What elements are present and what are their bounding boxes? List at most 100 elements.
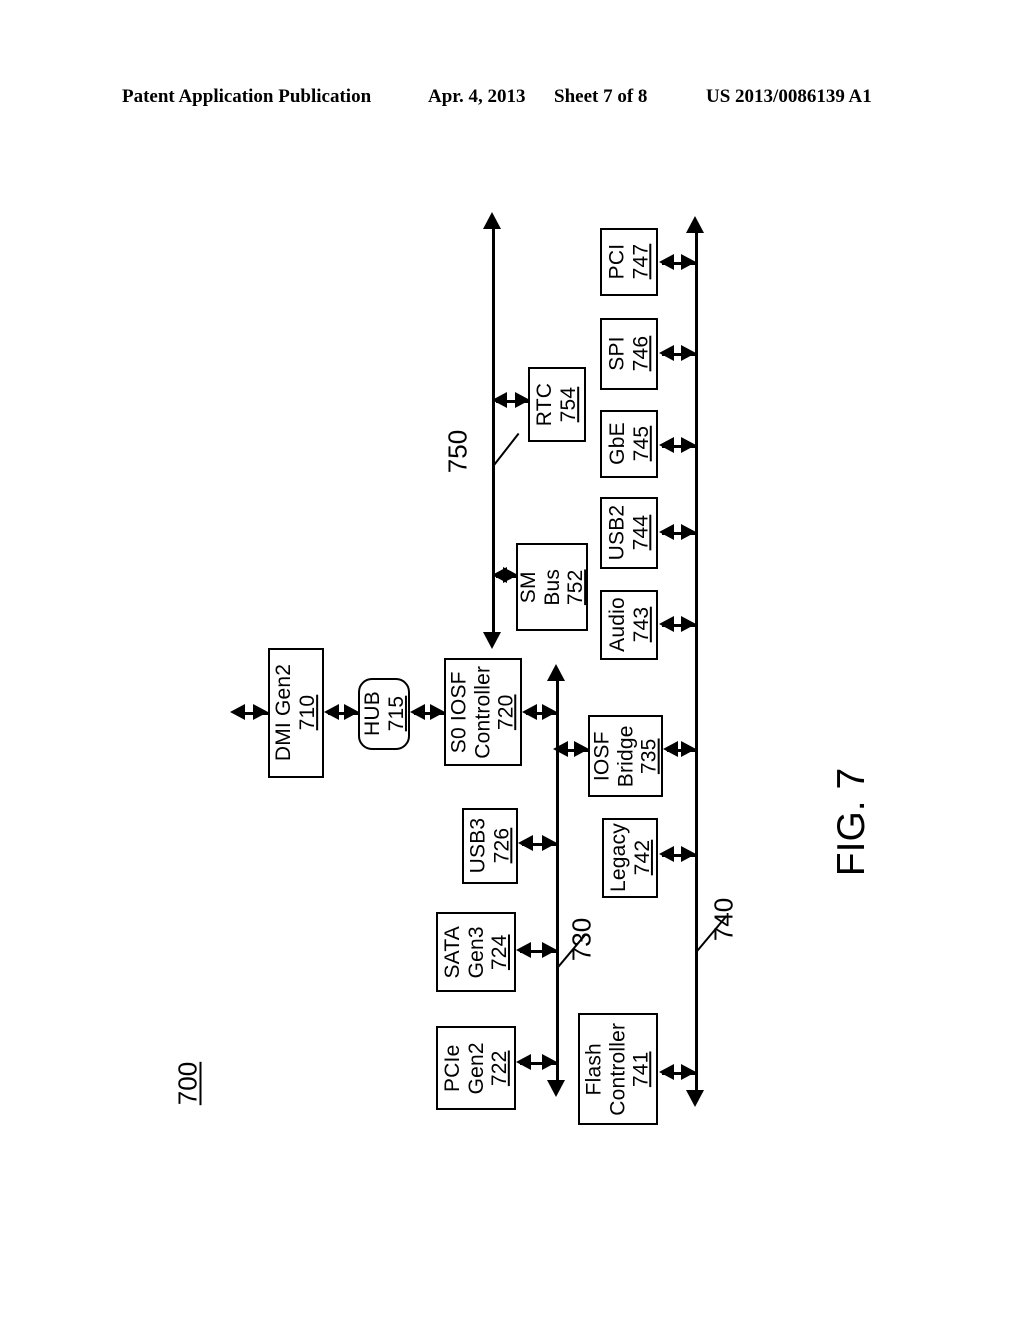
conn-dmi-hub-arrow-left: [324, 704, 339, 720]
block-gbe[interactable]: GbE 745: [600, 410, 658, 478]
conn-740-spi-arrow-left: [659, 345, 674, 361]
block-audio-title: Audio: [605, 597, 629, 653]
block-hub-ref: 715: [383, 696, 407, 732]
block-usb2-title: USB2: [605, 505, 629, 561]
block-s0-iosf-controller-line2: Controller: [471, 665, 495, 759]
block-pcie-gen2-ref: 722: [487, 1050, 511, 1086]
block-dmi-gen2[interactable]: DMI Gen2 710: [268, 648, 324, 778]
conn-740-bridge-arrow-left: [663, 741, 678, 757]
block-pcie-gen2-line1: PCIe: [440, 1044, 464, 1092]
block-gbe-title: GbE: [605, 422, 629, 466]
system-ref-700: 700: [172, 1061, 203, 1106]
conn-730-sata-arrow-left: [516, 942, 531, 958]
conn-740-legacy-arrow-right: [681, 846, 696, 862]
block-hub-title: HUB: [360, 691, 384, 737]
block-sm-bus-line1: SM: [516, 571, 540, 603]
block-flash-controller-ref: 741: [629, 1051, 653, 1087]
patent-page: Patent Application Publication Apr. 4, 2…: [0, 0, 1024, 1320]
bus-750-arrowhead-bottom: [483, 632, 501, 649]
block-dmi-gen2-title: DMI Gen2: [272, 664, 296, 762]
block-legacy[interactable]: Legacy 742: [602, 818, 658, 898]
block-rtc[interactable]: RTC 754: [528, 367, 586, 442]
block-audio-ref: 743: [629, 607, 652, 643]
conn-730-sata-arrow-right: [542, 942, 557, 958]
block-spi[interactable]: SPI 746: [600, 318, 658, 390]
block-pcie-gen2-line2: Gen2: [464, 1041, 488, 1095]
figure-7-diagram: 700 750 RTC 754 SM Bus 752 740 PCI 747 S…: [0, 0, 1024, 1320]
conn-730-s0iosf-arrow-left: [522, 704, 537, 720]
block-iosf-bridge[interactable]: IOSF Bridge 735: [588, 715, 663, 797]
block-usb3-label: USB3 726: [466, 818, 513, 874]
conn-740-audio-arrow-left: [659, 616, 674, 632]
conn-740-legacy-arrow-left: [659, 846, 674, 862]
block-pcie-gen2[interactable]: PCIe Gen2 722: [436, 1026, 516, 1110]
block-sm-bus-line2: Bus: [540, 568, 564, 606]
block-flash-controller[interactable]: Flash Controller 741: [578, 1013, 658, 1125]
block-flash-controller-line2: Controller: [606, 1022, 630, 1116]
block-hub-label: HUB 715: [360, 692, 407, 737]
block-iosf-bridge-ref: 735: [637, 738, 661, 774]
conn-740-bridge-arrow-right: [681, 741, 696, 757]
block-pci[interactable]: PCI 747: [600, 228, 658, 296]
conn-740-gbe-arrow-right: [681, 437, 696, 453]
block-dmi-gen2-ref: 710: [296, 695, 319, 731]
block-pci-title: PCI: [605, 244, 629, 280]
block-rtc-ref: 754: [556, 386, 580, 423]
block-pci-ref: 747: [628, 244, 652, 280]
conn-730-usb3-arrow-right: [542, 835, 557, 851]
bus-740-ref: 740: [708, 897, 739, 942]
block-usb3[interactable]: USB3 726: [462, 808, 518, 884]
block-iosf-bridge-line2: Bridge: [613, 725, 637, 787]
block-sata-gen3-line1: SATA: [440, 925, 464, 979]
bus-740-arrowhead-bottom: [686, 1090, 704, 1107]
conn-740-spi-arrow-right: [681, 345, 696, 361]
conn-730-s0iosf-arrow-right: [542, 704, 557, 720]
block-legacy-label: Legacy 742: [606, 824, 653, 893]
conn-740-gbe-arrow-left: [659, 437, 674, 453]
conn-hub-s0iosf-arrow-left: [410, 704, 425, 720]
conn-730-pcie-arrow-right: [542, 1054, 557, 1070]
block-sata-gen3[interactable]: SATA Gen3 724: [436, 912, 516, 992]
block-audio[interactable]: Audio 743: [600, 590, 658, 660]
block-flash-controller-label: Flash Controller 741: [583, 1022, 654, 1115]
block-pci-label: PCI 747: [605, 244, 652, 280]
block-usb2-label: USB2 744: [605, 505, 652, 561]
block-rtc-label: RTC 754: [533, 383, 580, 426]
conn-740-pci-arrow-right: [681, 254, 696, 270]
block-sata-gen3-label: SATA Gen3 724: [441, 926, 512, 979]
block-sm-bus-label: SM Bus 752: [517, 569, 588, 606]
conn-730-pcie-arrow-left: [516, 1054, 531, 1070]
block-sm-bus-ref: 752: [563, 569, 587, 605]
conn-740-usb2-arrow-right: [681, 524, 696, 540]
block-s0-iosf-controller-label: S0 IOSF Controller 720: [448, 665, 519, 758]
conn-hub-s0iosf-arrow-right: [430, 704, 445, 720]
block-sm-bus[interactable]: SM Bus 752: [516, 543, 588, 631]
block-audio-label: Audio 743: [605, 598, 652, 653]
conn-750-rtc-arrow-left: [492, 392, 507, 408]
bus-730-line: [556, 680, 559, 1080]
block-flash-controller-line1: Flash: [582, 1042, 606, 1096]
figure-caption: FIG. 7: [830, 767, 873, 877]
block-usb3-title: USB3: [466, 818, 490, 874]
bus-750-ref: 750: [442, 429, 473, 474]
bus-730-ref: 730: [566, 917, 597, 962]
block-hub[interactable]: HUB 715: [358, 678, 410, 750]
block-legacy-ref: 742: [630, 840, 654, 876]
conn-740-flash-arrow-right: [681, 1064, 696, 1080]
bus-730-arrowhead-bottom: [547, 1080, 565, 1097]
bus-740-arrowhead-top: [686, 216, 704, 233]
block-gbe-label: GbE 745: [605, 423, 652, 466]
block-pcie-gen2-label: PCIe Gen2 722: [441, 1042, 512, 1094]
conn-dmi-external-arrow-left: [230, 704, 245, 720]
block-usb2[interactable]: USB2 744: [600, 497, 658, 569]
conn-730-usb3-arrow-left: [518, 835, 533, 851]
block-legacy-title: Legacy: [606, 823, 630, 893]
block-iosf-bridge-line1: IOSF: [590, 731, 614, 781]
block-dmi-gen2-label: DMI Gen2 710: [272, 664, 319, 761]
block-spi-ref: 746: [628, 336, 652, 372]
block-s0-iosf-controller[interactable]: S0 IOSF Controller 720: [444, 658, 522, 766]
conn-750-smbus-arrow-right: [503, 567, 518, 583]
conn-730-bridge-arrow-right: [574, 741, 589, 757]
block-gbe-ref: 745: [629, 426, 652, 462]
bus-750-leader: [492, 432, 520, 468]
